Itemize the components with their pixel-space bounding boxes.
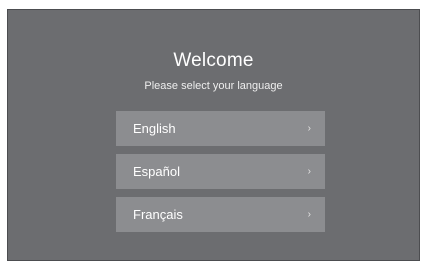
chevron-right-icon: › [307, 166, 311, 177]
language-option-francais[interactable]: Français › [116, 197, 325, 232]
language-selection-screen: Welcome Please select your language Engl… [7, 9, 420, 261]
welcome-title: Welcome [173, 50, 254, 71]
language-option-english[interactable]: English › [116, 111, 325, 146]
language-prompt: Please select your language [144, 80, 283, 92]
language-option-label: English [133, 121, 176, 136]
language-list: English › Español › Français › [116, 111, 325, 240]
chevron-right-icon: › [307, 209, 311, 220]
language-option-label: Français [133, 207, 183, 222]
language-option-espanol[interactable]: Español › [116, 154, 325, 189]
language-option-label: Español [133, 164, 180, 179]
chevron-right-icon: › [307, 123, 311, 134]
